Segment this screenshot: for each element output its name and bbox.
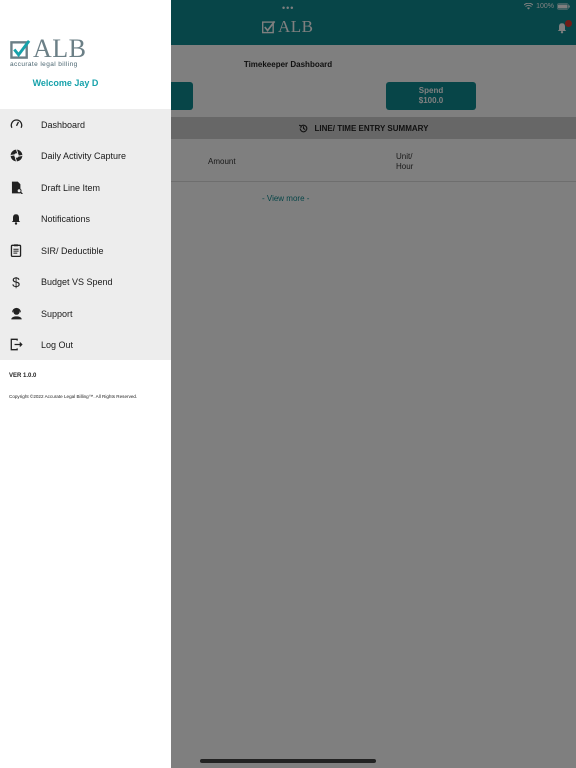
alb-logo: ALB accurate legal billing xyxy=(10,34,87,69)
speedometer-icon xyxy=(9,118,23,132)
menu-item-label: Support xyxy=(41,308,73,319)
menu-item-dashboard[interactable]: Dashboard xyxy=(0,109,171,140)
dollar-icon: $ xyxy=(12,273,20,290)
copyright-text: Copyright ©2022 Accurate Legal Billing™.… xyxy=(9,394,138,399)
logout-icon xyxy=(9,338,23,352)
menu-item-label: Notifications xyxy=(41,213,91,224)
clipboard-icon xyxy=(9,244,23,258)
bell-icon xyxy=(9,212,23,226)
welcome-text: Welcome Jay D xyxy=(32,78,99,88)
logo-tagline: accurate legal billing xyxy=(10,61,78,68)
menu-item-notifications[interactable]: Notifications xyxy=(0,203,171,234)
menu-item-label: Budget VS Spend xyxy=(41,276,113,287)
menu-item-support[interactable]: Support xyxy=(0,298,171,329)
checkbox-logo-icon xyxy=(10,39,31,59)
draft-document-icon xyxy=(9,181,23,195)
menu-item-budget-vs-spend[interactable]: $ Budget VS Spend xyxy=(0,266,171,297)
menu-item-daily-activity-capture[interactable]: Daily Activity Capture xyxy=(0,140,171,171)
menu-item-label: Log Out xyxy=(41,339,74,350)
menu-item-label: SIR/ Deductible xyxy=(41,245,104,256)
menu-item-label: Dashboard xyxy=(41,119,86,130)
menu-item-log-out[interactable]: Log Out xyxy=(0,329,171,360)
logo-text: ALB xyxy=(33,34,87,63)
navigation-drawer: ALB accurate legal billing Welcome Jay D… xyxy=(0,0,171,768)
home-indicator[interactable] xyxy=(200,759,376,763)
menu-item-sir-deductible[interactable]: SIR/ Deductible xyxy=(0,235,171,266)
camera-shutter-icon xyxy=(9,149,23,163)
drawer-menu: Dashboard Daily Activity Capture Draft L… xyxy=(0,109,171,360)
app-version: VER 1.0.0 xyxy=(9,373,37,379)
menu-item-draft-line-item[interactable]: Draft Line Item xyxy=(0,172,171,203)
menu-item-label: Draft Line Item xyxy=(41,182,101,193)
support-agent-icon xyxy=(9,307,23,321)
drawer-header: ALB accurate legal billing Welcome Jay D xyxy=(0,0,171,104)
menu-item-label: Daily Activity Capture xyxy=(41,150,127,161)
